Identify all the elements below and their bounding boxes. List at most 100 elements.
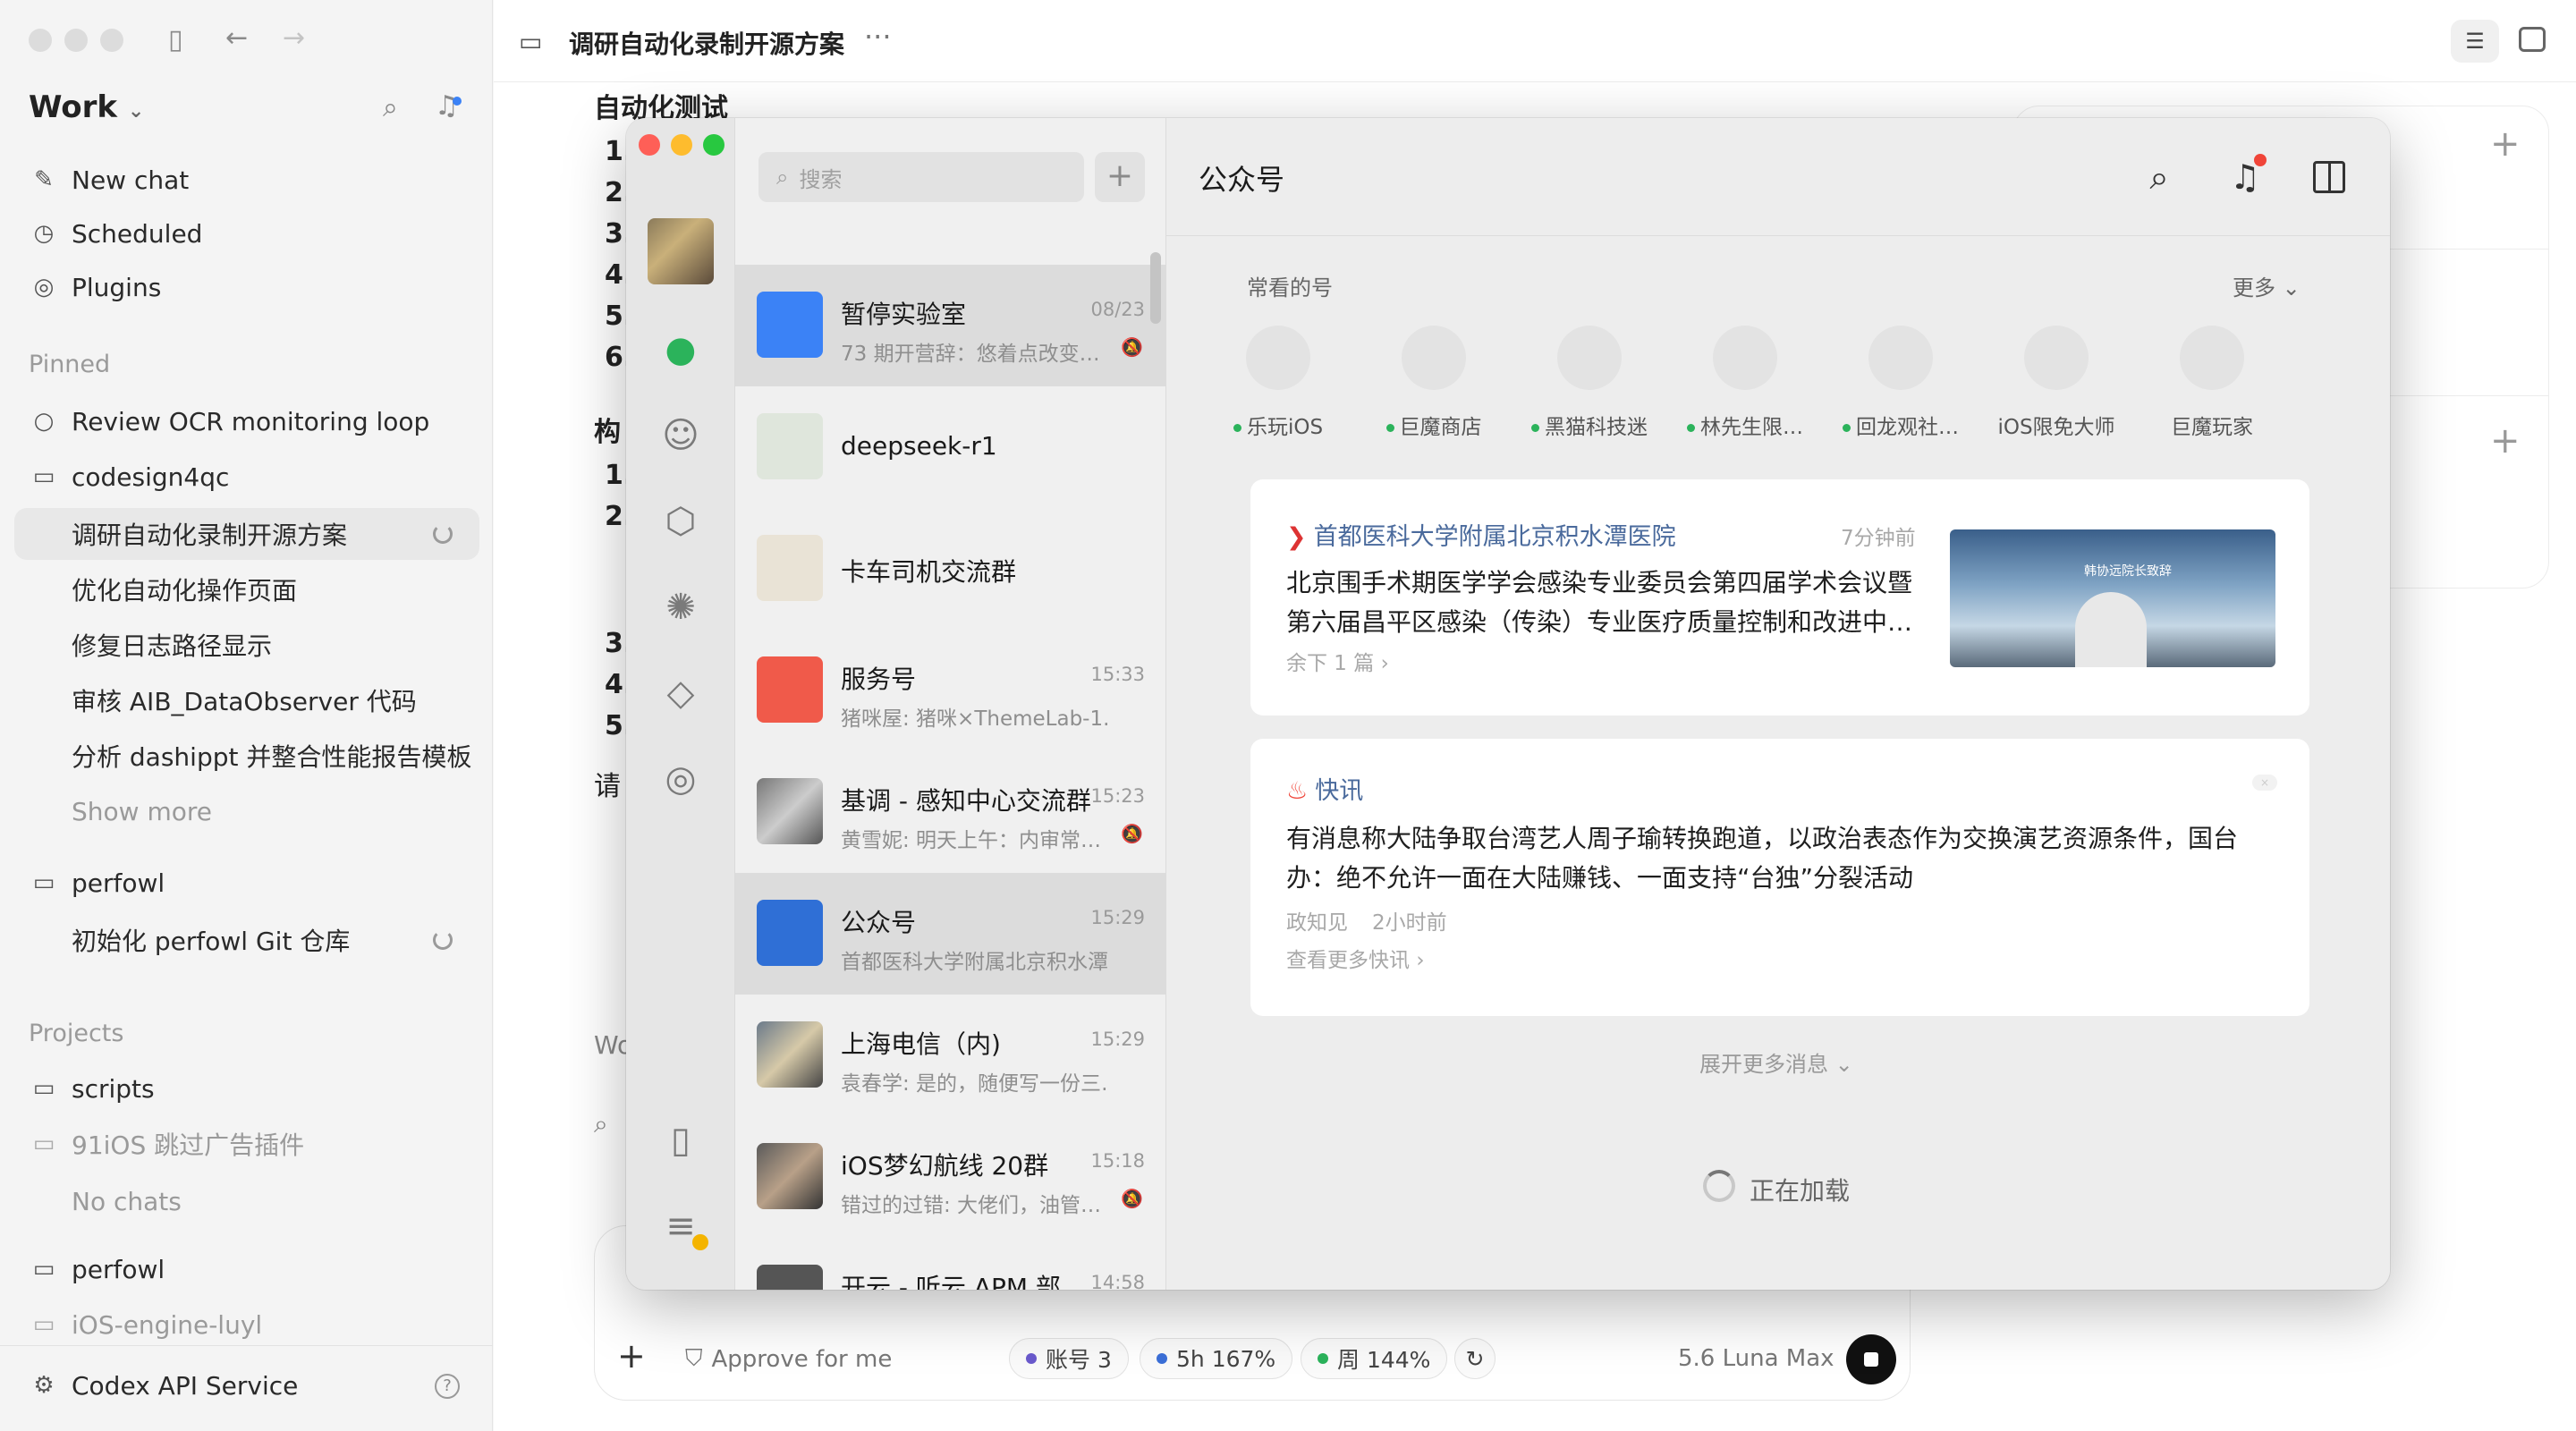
pinned-chat-review[interactable]: ○ Review OCR monitoring loop — [14, 395, 479, 447]
more-options-icon[interactable]: ··· — [864, 20, 892, 54]
account-item[interactable]: 巨魔玩家 — [2145, 326, 2279, 440]
account-item[interactable]: 林先生限… — [1678, 326, 1812, 440]
forward-arrow-icon[interactable]: → — [283, 25, 305, 52]
wechat-zoom-button[interactable] — [703, 134, 724, 156]
project-scripts[interactable]: ▭ scripts — [14, 1063, 479, 1114]
search-icon[interactable]: ⌕ — [383, 95, 398, 122]
moments-aperture-icon[interactable]: ✺ — [658, 585, 703, 630]
conversation-item[interactable]: 暂停实验室 08/23 73 期开营辞：悠着点改变… 🔕 — [735, 265, 1165, 386]
conversation-item[interactable]: 基调 - 感知中心交流群 15:23 黄雪妮: 明天上午：内审常… 🔕 — [735, 751, 1165, 873]
close-icon[interactable]: × — [2252, 775, 2277, 791]
account-item[interactable]: 黑猫科技迷 — [1522, 326, 1657, 440]
status-dot — [1318, 1353, 1328, 1364]
conversation-item[interactable]: 卡车司机交流群 — [735, 508, 1165, 630]
window-close-button[interactable] — [29, 29, 52, 52]
project-ios-engine[interactable]: ▭ iOS-engine-luyl — [14, 1299, 479, 1351]
status-dot — [1843, 424, 1851, 432]
channels-icon[interactable]: ◇ — [658, 671, 703, 716]
account-item[interactable]: 回龙观社… — [1834, 326, 1968, 440]
more-accounts-button[interactable]: 更多 ⌄ — [2233, 270, 2301, 301]
folder-icon: ▭ — [32, 869, 55, 896]
favorites-cube-icon[interactable]: ⬡ — [658, 499, 703, 544]
flash-news-line: 有消息称大陆争取台湾艺人周子瑜转换跑道，以政治表态作为交换演艺资源条件，国台 — [1286, 824, 2239, 853]
contacts-icon[interactable]: ☺ — [658, 413, 703, 458]
conversation-item[interactable]: 服务号 15:33 猪咪屋: 猪咪×ThemeLab-1.7… — [735, 630, 1165, 751]
more-flash-news-link[interactable]: 查看更多快讯 › — [1286, 943, 1425, 973]
flash-news-time: 2小时前 — [1372, 911, 1447, 935]
account-item[interactable]: 乐玩iOS — [1211, 326, 1345, 440]
usage-week-chip[interactable]: 周 144% — [1301, 1338, 1448, 1379]
hospital-logo-icon: ❯ — [1286, 523, 1307, 551]
search-icon[interactable]: ⌕ — [2140, 157, 2179, 197]
help-icon[interactable]: ? — [435, 1374, 460, 1399]
running-spinner-icon — [433, 524, 453, 544]
workspace-switcher[interactable]: Work ⌄ — [29, 89, 144, 125]
folder-codesign4qc[interactable]: ▭ codesign4qc — [14, 451, 479, 503]
account-item[interactable]: iOS限免大师 — [1989, 326, 2123, 440]
wechat-minimize-button[interactable] — [671, 134, 692, 156]
flash-news-source[interactable]: ♨ 快讯 — [1286, 771, 1363, 806]
status-dot — [1531, 424, 1539, 432]
chat-item[interactable]: 审核 AIB_DataObserver 代码 — [14, 674, 479, 726]
conversation-item[interactable]: 开云 - 听云 APM 部… 14:58 — [735, 1238, 1165, 1290]
show-more-button[interactable]: Show more — [14, 785, 479, 837]
chevron-right-icon: › — [1416, 949, 1425, 972]
add-icon[interactable]: + — [2490, 123, 2521, 165]
panel-title: 公众号 — [1199, 163, 1285, 197]
usage-5h-chip[interactable]: 5h 167% — [1140, 1338, 1293, 1379]
folder-perfowl[interactable]: ▭ perfowl — [14, 857, 479, 909]
plugins-button[interactable]: ◎ Plugins — [14, 261, 479, 313]
sidebar-panel-icon[interactable] — [2313, 161, 2345, 193]
sidebar-toggle-icon[interactable]: ▯ — [168, 27, 183, 54]
refresh-icon[interactable]: ↻ — [1454, 1338, 1496, 1379]
wechat-close-button[interactable] — [639, 134, 660, 156]
user-avatar[interactable] — [648, 218, 714, 284]
new-chat-button[interactable]: ✎ New chat — [14, 154, 479, 206]
article-card[interactable]: ❯ 首都医科大学附属北京积水潭医院 7分钟前 北京围手术期医学学会感染专业委员会第… — [1250, 479, 2309, 716]
model-selector[interactable]: 5.6 Luna Max — [1678, 1345, 1835, 1372]
chat-item[interactable]: 分析 dashippt 并整合性能报告模板 — [14, 730, 479, 782]
avatar — [1557, 326, 1622, 390]
account-item[interactable]: 巨魔商店 — [1367, 326, 1501, 440]
window-minimize-button[interactable] — [64, 29, 88, 52]
article-source[interactable]: ❯ 首都医科大学附属北京积水潭医院 — [1286, 517, 1676, 552]
mini-programs-icon[interactable]: ◎ — [658, 757, 703, 801]
remaining-articles-link[interactable]: 余下 1 篇 › — [1286, 646, 1389, 676]
search-icon: ⌕ — [776, 165, 789, 190]
list-scrollbar[interactable] — [1150, 252, 1161, 324]
stop-button[interactable] — [1846, 1334, 1896, 1384]
chat-bubble-icon[interactable]: ● — [658, 327, 703, 372]
flash-news-card[interactable]: ♨ 快讯 × 有消息称大陆争取台湾艺人周子瑜转换跑道，以政治表态作为交换演艺资源条… — [1250, 739, 2309, 1016]
add-icon[interactable]: + — [2490, 420, 2521, 461]
add-button[interactable]: + — [1095, 152, 1145, 202]
conversation-item[interactable]: deepseek-r1 — [735, 386, 1165, 508]
expand-more-button[interactable]: 展开更多消息 ⌄ — [1699, 1046, 1853, 1078]
chat-item[interactable]: 优化自动化操作页面 — [14, 563, 479, 615]
frequent-label: 常看的号 — [1247, 275, 1333, 301]
window-zoom-button[interactable] — [100, 29, 123, 52]
scheduled-button[interactable]: ◷ Scheduled — [14, 207, 479, 259]
approve-for-me-toggle[interactable]: ⛉ Approve for me — [685, 1345, 892, 1373]
back-arrow-icon[interactable]: ← — [225, 25, 248, 52]
folder-icon: ▭ — [32, 1256, 55, 1283]
conversation-item[interactable]: 公众号 15:29 首都医科大学附属北京积水潭… — [735, 873, 1165, 995]
chat-item[interactable]: 初始化 perfowl Git 仓库 — [14, 914, 479, 966]
chat-item[interactable]: 修复日志路径显示 — [14, 619, 479, 671]
account-chip[interactable]: 账号 3 — [1009, 1338, 1129, 1379]
phone-icon[interactable]: ▯ — [658, 1118, 703, 1163]
panel-toggle-icon[interactable] — [2519, 27, 2546, 52]
chat-item-active[interactable]: 调研自动化录制开源方案 — [14, 508, 479, 560]
conversation-item[interactable]: iOS梦幻航线 20群 15:18 错过的过错: 大佬们，油管… 🔕 — [735, 1116, 1165, 1238]
project-perfowl[interactable]: ▭ perfowl — [14, 1243, 479, 1295]
avatar — [1713, 326, 1777, 390]
shield-icon: ⛉ — [685, 1345, 703, 1372]
flash-news-line: 办：绝不允许一面在大陆赚钱、一面支持“台独”分裂活动 — [1286, 863, 1914, 893]
avatar — [1402, 326, 1466, 390]
list-view-icon[interactable]: ☰ — [2451, 20, 2499, 63]
project-ios-plugin[interactable]: ▭ 91iOS 跳过广告插件 — [14, 1118, 479, 1170]
codex-api-service-button[interactable]: ⚙ Codex API Service — [14, 1359, 479, 1411]
conversation-item[interactable]: 上海电信（内) 15:29 袁春学: 是的，随便写一份三… — [735, 995, 1165, 1116]
search-input[interactable]: ⌕ 搜索 — [758, 152, 1084, 202]
attach-plus-icon[interactable]: + — [617, 1336, 646, 1376]
muted-bell-icon: 🔕 — [1121, 336, 1143, 358]
